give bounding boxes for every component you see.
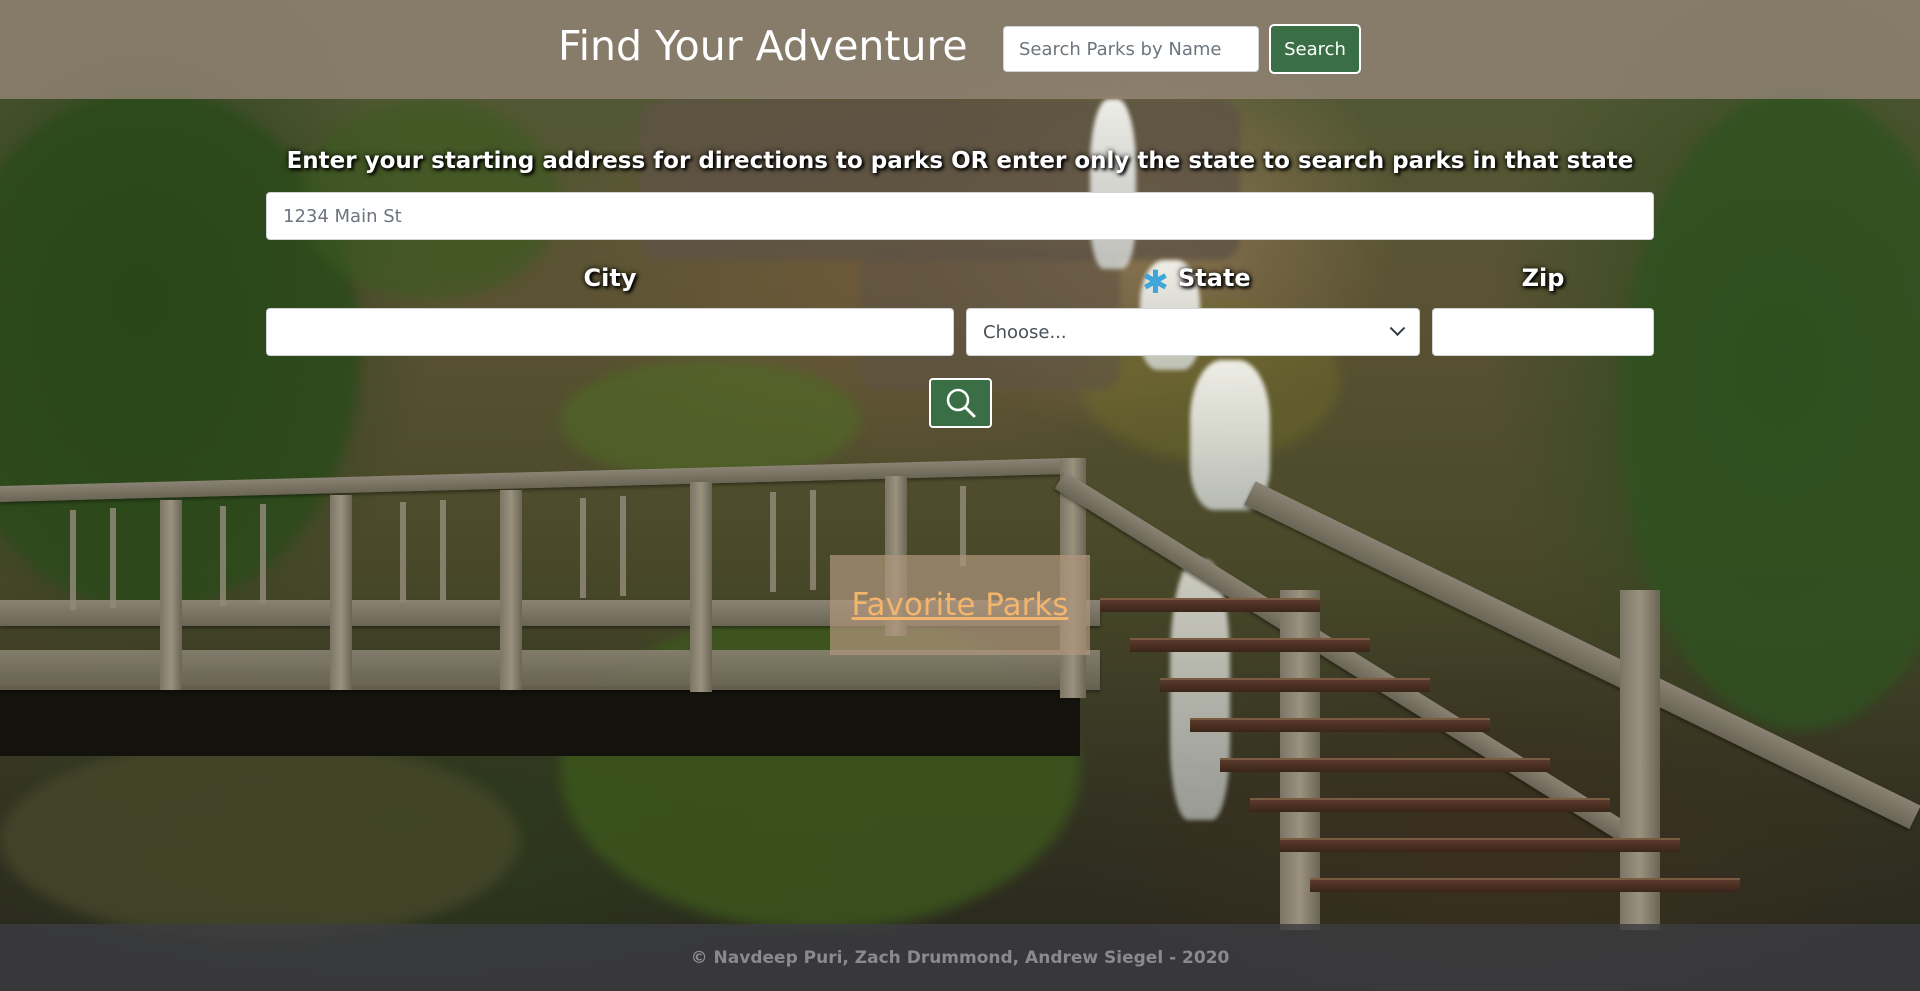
asterisk-icon: ✱ [1142,263,1169,301]
park-name-search-input[interactable] [1003,26,1259,72]
city-input[interactable] [266,308,954,356]
site-title: Find Your Adventure [558,22,968,70]
top-navbar: Find Your Adventure Search [0,0,1920,99]
chevron-down-icon [1389,319,1406,336]
street-address-input[interactable] [266,192,1654,240]
footer-copyright: © Navdeep Puri, Zach Drummond, Andrew Si… [690,947,1230,968]
city-label: City [583,264,637,292]
state-label: State [1178,264,1251,292]
favorite-parks-panel: Favorite Parks [830,555,1090,655]
state-select[interactable]: Choose... [966,308,1420,356]
zip-label: Zip [1521,264,1565,292]
address-instructions: Enter your starting address for directio… [286,148,1634,174]
search-button[interactable]: Search [1269,24,1361,74]
search-icon [946,388,975,418]
state-select-value: Choose... [983,321,1067,343]
footer: © Navdeep Puri, Zach Drummond, Andrew Si… [0,924,1920,991]
zip-input[interactable] [1432,308,1654,356]
favorite-parks-link[interactable]: Favorite Parks [852,587,1069,623]
address-search-button[interactable] [929,378,992,428]
